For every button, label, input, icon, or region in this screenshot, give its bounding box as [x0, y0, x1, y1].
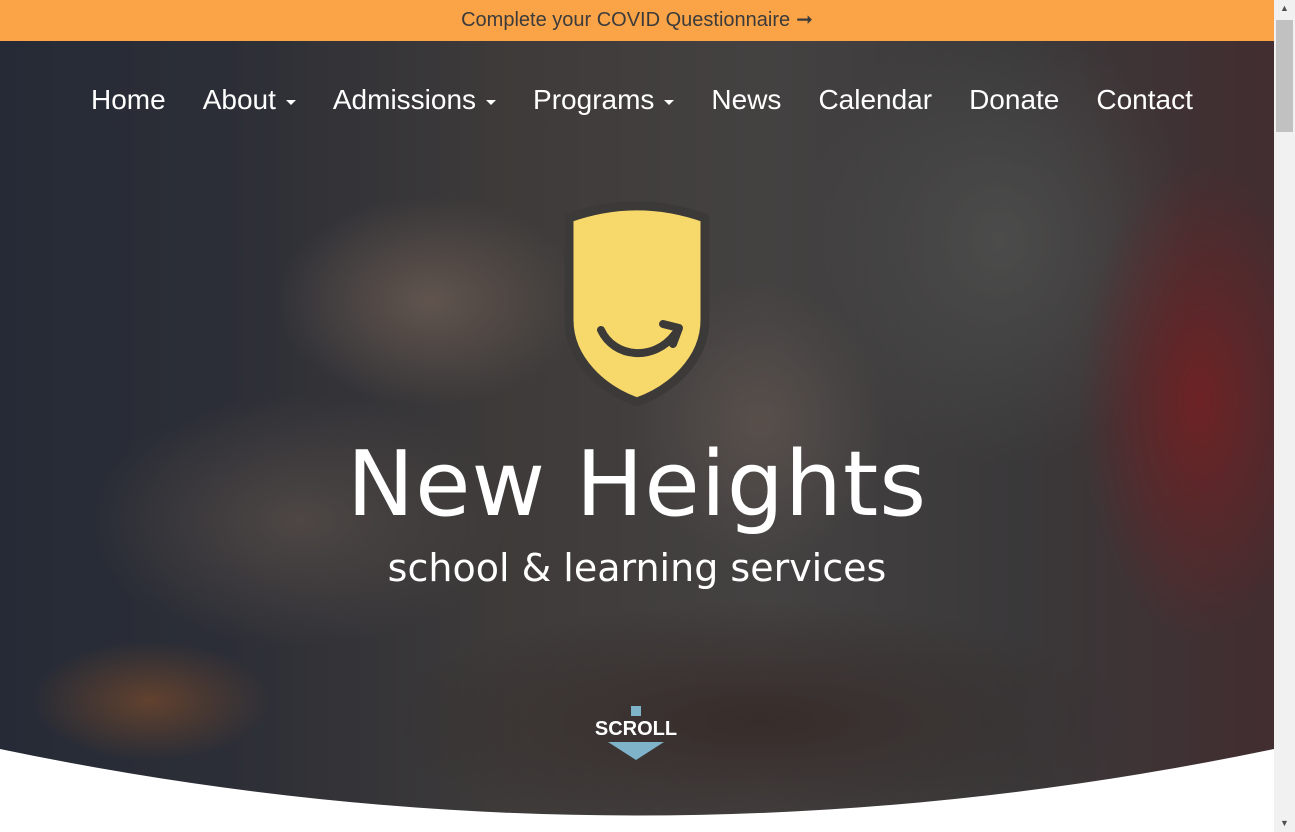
nav-item-label: Contact	[1096, 84, 1193, 115]
covid-questionnaire-banner[interactable]: Complete your COVID Questionnaire ➞	[0, 0, 1274, 41]
nav-item-label: Calendar	[818, 84, 933, 115]
main-nav: Home About Admissions Programs News Cale…	[91, 84, 1193, 116]
nav-item-donate[interactable]: Donate	[969, 84, 1059, 116]
nav-item-admissions[interactable]: Admissions	[332, 84, 497, 116]
scroll-up-icon[interactable]: ▲	[1274, 0, 1295, 17]
nav-item-label: Home	[91, 84, 166, 115]
nav-item-news[interactable]: News	[711, 84, 781, 116]
shield-smile-icon[interactable]	[559, 200, 715, 406]
scrollbar-thumb[interactable]	[1276, 20, 1293, 132]
scroll-button[interactable]: SCROLL	[590, 706, 682, 772]
scroll-down-icon[interactable]: ▼	[1274, 815, 1295, 832]
vertical-scrollbar[interactable]: ▲ ▼	[1274, 0, 1295, 832]
nav-item-label: Programs	[533, 84, 655, 115]
nav-item-label: About	[202, 84, 276, 115]
nav-item-calendar[interactable]: Calendar	[818, 84, 932, 116]
caret-down-icon	[285, 99, 296, 105]
nav-item-contact[interactable]: Contact	[1096, 84, 1193, 116]
nav-item-label: News	[711, 84, 782, 115]
nav-item-label: Admissions	[332, 84, 477, 115]
nav-item-about[interactable]: About	[203, 84, 296, 116]
banner-text: Complete your COVID Questionnaire	[461, 9, 791, 31]
nav-item-label: Donate	[969, 84, 1060, 115]
down-arrow-icon	[631, 706, 641, 716]
scroll-label: SCROLL	[594, 718, 678, 740]
page: Complete your COVID Questionnaire ➞ Home …	[0, 0, 1274, 832]
site-subtitle: school & learning services	[387, 546, 887, 590]
caret-down-icon	[486, 99, 497, 105]
right-arrow-icon: ➞	[796, 9, 813, 31]
site-title: New Heights	[346, 432, 928, 537]
nav-item-programs[interactable]: Programs	[533, 84, 675, 116]
nav-item-home[interactable]: Home	[91, 84, 166, 116]
arrow-tip-icon	[608, 742, 664, 760]
caret-down-icon	[664, 99, 675, 105]
